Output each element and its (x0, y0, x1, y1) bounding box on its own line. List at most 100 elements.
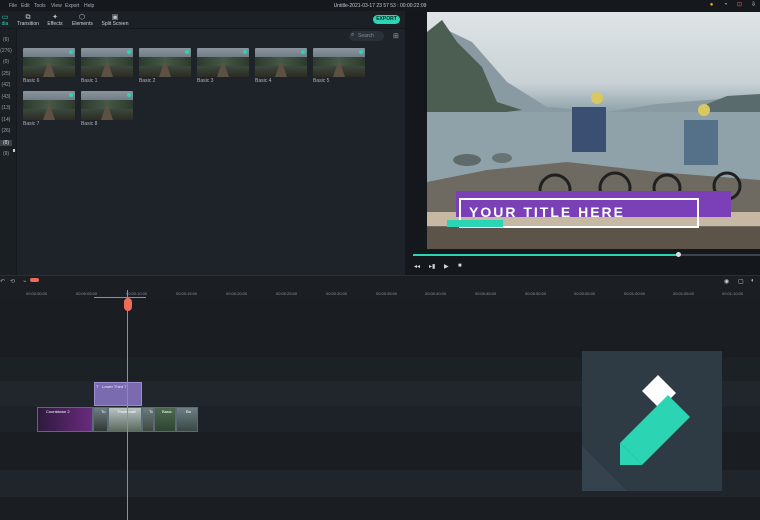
ruler-tick-label: 00:00:45:00 (475, 291, 497, 296)
transition-icon: ⧉ (25, 14, 31, 21)
category-list: (6) (276) (0) (25) (42) (43) (13) (14) (… (0, 29, 17, 275)
template-thumbnail[interactable] (313, 48, 365, 77)
category-count[interactable]: (42) (0, 82, 12, 88)
ruler-tick-label: 00:00:15:00 (176, 291, 198, 296)
category-count-selected[interactable]: (8) (0, 140, 12, 146)
ruler-tick-label: 00:00:50:00 (525, 291, 547, 296)
menu-bar: File Edit Tools View Export Help Untitle… (0, 0, 760, 11)
filmora-logo-mark (582, 375, 690, 491)
step-back-icon[interactable]: ▸▮ (429, 263, 435, 270)
clip-label: Countdown 2 (46, 409, 70, 414)
timeline-toolbar: ↶ ⟲ ⌁ ◉ ▢ ◐ (0, 275, 760, 287)
video-clip[interactable]: Basic (154, 407, 176, 432)
category-count[interactable]: (6) (0, 37, 12, 43)
ruler-tick-label: 00:00:05:00 (76, 291, 98, 296)
account-icon[interactable]: ◔ (722, 2, 729, 9)
category-count[interactable]: (9) (0, 151, 12, 157)
tab-split-screen[interactable]: ▣ Split Screen (101, 14, 129, 27)
bulb-icon[interactable]: ● (708, 2, 715, 9)
clip-label: Ba (186, 409, 191, 414)
rewind-icon[interactable]: ◂◂ (414, 263, 420, 270)
play-icon[interactable]: ▶ (444, 263, 449, 270)
record-badge[interactable] (30, 278, 39, 282)
video-clip[interactable]: Thumbnail (108, 407, 142, 432)
video-title-text[interactable]: YOUR TITLE HERE (469, 204, 625, 220)
category-count[interactable]: (25) (0, 71, 12, 77)
cart-icon[interactable]: ⊡ (736, 2, 743, 9)
track-empty (0, 497, 760, 520)
template-thumbnail[interactable] (255, 48, 307, 77)
download-icon[interactable]: ⇩ (750, 2, 757, 9)
rock (492, 153, 512, 163)
tab-media[interactable]: ▭ dia (0, 14, 10, 27)
ruler-tick-label: 00:01:10:00 (722, 291, 744, 296)
scrubber-handle[interactable] (676, 252, 681, 257)
window-title: Untitle-2021-03-17 23 57 53 : 00:00:22:0… (333, 3, 427, 9)
video-clip[interactable]: Countdown 2 (37, 407, 93, 432)
ruler-tick-label: 00:00:40:00 (425, 291, 447, 296)
export-button[interactable]: EXPORT (373, 15, 400, 24)
clip-label: Tu (101, 409, 106, 414)
playhead[interactable] (127, 290, 128, 520)
undo-icon[interactable]: ↶ (0, 278, 5, 285)
download-icon[interactable] (69, 50, 73, 54)
title-clip[interactable]: T Lower Third 7 (94, 382, 142, 406)
category-count[interactable]: (13) (0, 105, 12, 111)
title-clip-icon: T (96, 384, 99, 389)
download-icon[interactable] (69, 93, 73, 97)
thumbnail-label: Basic 1 (81, 78, 98, 84)
search-icon: ⌕ (351, 32, 355, 38)
snapshot-icon[interactable]: ◐ (751, 278, 755, 284)
tab-effects[interactable]: ✦ Effects (47, 14, 63, 27)
clip-label: Basic (162, 409, 172, 414)
in-out-range (94, 297, 146, 298)
thumbnail-label: Basic 8 (81, 121, 98, 127)
category-count[interactable]: (26) (0, 128, 12, 134)
category-count[interactable]: (43) (0, 94, 12, 100)
template-thumbnail[interactable] (81, 91, 133, 120)
tab-transition[interactable]: ⧉ Transition (17, 14, 39, 27)
forest-hill (427, 20, 522, 122)
download-icon[interactable] (127, 50, 131, 54)
category-count[interactable]: (14) (0, 117, 12, 123)
clip-label: Tu (149, 409, 154, 414)
video-preview[interactable]: YOUR TITLE HERE (427, 12, 760, 249)
video-clip[interactable]: Tu (93, 407, 108, 432)
category-count[interactable]: (0) (0, 59, 12, 65)
render-icon[interactable]: ◉ (724, 278, 729, 285)
rock (453, 154, 481, 166)
thumbnail-label: Basic 3 (197, 78, 214, 84)
template-thumbnail[interactable] (23, 48, 75, 77)
title-accent (447, 220, 503, 227)
elements-icon: ⬡ (78, 14, 86, 21)
stop-icon[interactable]: ■ (458, 263, 462, 269)
video-clip[interactable]: Ba (176, 407, 198, 432)
marker-icon[interactable]: ⟲ (10, 278, 15, 285)
template-thumbnail[interactable] (23, 91, 75, 120)
grid-view-icon[interactable]: ⊞ (393, 32, 399, 40)
collapse-handle[interactable] (13, 149, 15, 152)
helmet (591, 92, 603, 104)
driftwood-shadow (427, 227, 760, 249)
shield-icon[interactable]: ▢ (738, 278, 744, 285)
video-clip[interactable]: Tu (142, 407, 154, 432)
effects-icon: ✦ (52, 14, 58, 21)
download-icon[interactable] (127, 93, 131, 97)
speed-icon[interactable]: ⌁ (23, 278, 27, 285)
template-thumbnail[interactable] (139, 48, 191, 77)
thumbnail-label: Basic 7 (23, 121, 40, 127)
template-thumbnail[interactable] (197, 48, 249, 77)
download-icon[interactable] (359, 50, 363, 54)
download-icon[interactable] (301, 50, 305, 54)
helmet (698, 104, 710, 116)
playhead-handle[interactable] (124, 298, 132, 311)
title-clip-label: Lower Third 7 (102, 384, 127, 389)
timeline-ruler[interactable]: 00:00:00:00 00:00:05:00 00:00:10:00 00:0… (0, 287, 760, 299)
rider-left (572, 107, 606, 152)
download-icon[interactable] (243, 50, 247, 54)
ruler-tick-label: 00:00:55:00 (574, 291, 596, 296)
template-thumbnail[interactable] (81, 48, 133, 77)
download-icon[interactable] (185, 50, 189, 54)
tab-elements[interactable]: ⬡ Elements (72, 14, 93, 27)
category-count[interactable]: (276) (0, 48, 12, 54)
